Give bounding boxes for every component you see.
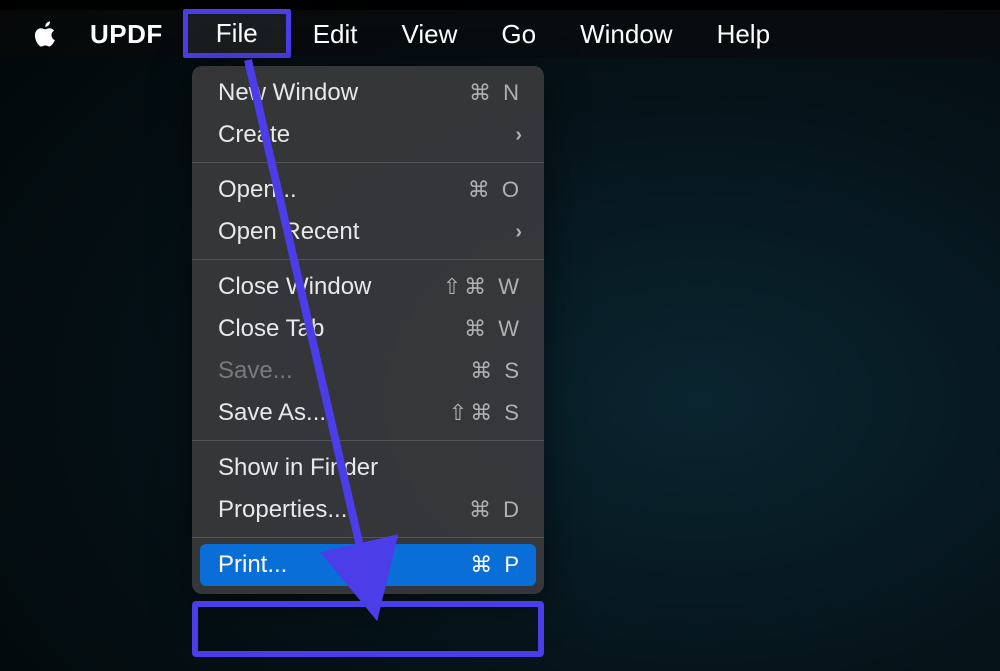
menu-item-shortcut: ⌘ D	[469, 497, 522, 523]
menu-separator	[192, 440, 544, 441]
menu-item-label: Open...	[218, 176, 468, 204]
menu-window[interactable]: Window	[558, 13, 694, 56]
menu-item-label: Open Recent	[218, 218, 515, 246]
menu-item-label: Save As...	[218, 399, 449, 427]
menu-item-shortcut: ⌘ P	[470, 552, 522, 578]
menu-item-label: Save...	[218, 357, 470, 385]
menu-save: Save... ⌘ S	[192, 350, 544, 392]
menu-item-label: New Window	[218, 79, 469, 107]
menu-item-label: Properties...	[218, 496, 469, 524]
menu-show-in-finder[interactable]: Show in Finder	[192, 447, 544, 489]
menu-new-window[interactable]: New Window ⌘ N	[192, 72, 544, 114]
menu-item-shortcut: ⇧⌘ W	[443, 274, 522, 300]
menu-item-shortcut: ⌘ W	[464, 316, 522, 342]
menu-close-tab[interactable]: Close Tab ⌘ W	[192, 308, 544, 350]
chevron-right-icon: ›	[515, 124, 522, 147]
menu-item-shortcut: ⇧⌘ S	[449, 400, 522, 426]
menu-go[interactable]: Go	[479, 13, 558, 56]
menu-separator	[192, 537, 544, 538]
menu-save-as[interactable]: Save As... ⇧⌘ S	[192, 392, 544, 434]
menu-properties[interactable]: Properties... ⌘ D	[192, 489, 544, 531]
menu-close-window[interactable]: Close Window ⇧⌘ W	[192, 266, 544, 308]
menu-create[interactable]: Create ›	[192, 114, 544, 156]
menu-edit[interactable]: Edit	[291, 13, 380, 56]
menu-separator	[192, 162, 544, 163]
menu-item-label: Create	[218, 121, 515, 149]
menu-item-label: Close Tab	[218, 315, 464, 343]
menu-item-shortcut: ⌘ O	[468, 177, 522, 203]
apple-icon[interactable]	[32, 19, 58, 49]
menu-view[interactable]: View	[380, 13, 480, 56]
menu-item-label: Show in Finder	[218, 454, 522, 482]
menubar: UPDF File Edit View Go Window Help	[0, 10, 1000, 58]
app-name[interactable]: UPDF	[90, 19, 163, 50]
menu-open[interactable]: Open... ⌘ O	[192, 169, 544, 211]
menu-item-shortcut: ⌘ S	[470, 358, 522, 384]
menu-print[interactable]: Print... ⌘ P	[200, 544, 536, 586]
annotation-highlight-print	[192, 601, 544, 657]
chevron-right-icon: ›	[515, 221, 522, 244]
menu-open-recent[interactable]: Open Recent ›	[192, 211, 544, 253]
menu-item-label: Print...	[218, 551, 470, 579]
menu-separator	[192, 259, 544, 260]
top-strip	[0, 0, 1000, 10]
file-dropdown: New Window ⌘ N Create › Open... ⌘ O Open…	[192, 66, 544, 594]
menu-file[interactable]: File	[183, 9, 291, 58]
menu-item-label: Close Window	[218, 273, 443, 301]
menu-item-shortcut: ⌘ N	[469, 80, 522, 106]
menu-help[interactable]: Help	[695, 13, 792, 56]
